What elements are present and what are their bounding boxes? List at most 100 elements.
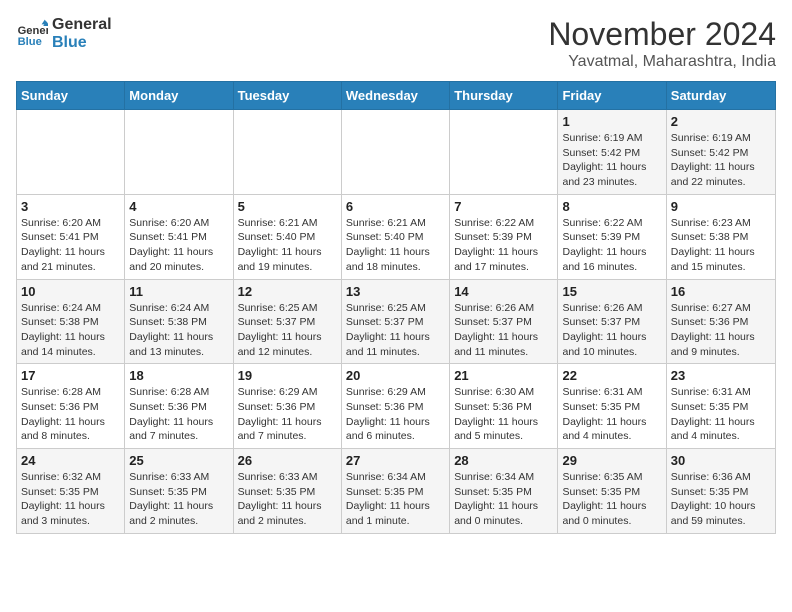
day-cell: 30Sunrise: 6:36 AM Sunset: 5:35 PM Dayli… (666, 449, 775, 534)
day-number: 2 (671, 114, 771, 129)
day-cell: 13 Sunrise: 6:25 AM Sunset: 5:37 PM Dayli… (341, 279, 449, 364)
day-cell: 3Sunrise: 6:20 AM Sunset: 5:41 PM Daylig… (17, 194, 125, 279)
day-detail: Sunrise: 6:28 AM Sunset: 5:36 PM Dayligh… (21, 385, 120, 444)
weekday-header-saturday: Saturday (666, 82, 775, 110)
day-number: 3 (21, 199, 120, 214)
day-detail: Sunrise: 6:26 AM Sunset: 5:37 PM Dayligh… (454, 301, 553, 360)
day-cell: 16 Sunrise: 6:27 AM Sunset: 5:36 PM Dayli… (666, 279, 775, 364)
day-cell: 5 Sunrise: 6:21 AM Sunset: 5:40 PM Daylig… (233, 194, 341, 279)
day-detail: Sunrise: 6:33 AM Sunset: 5:35 PM Dayligh… (238, 470, 337, 529)
logo-icon: General Blue (16, 18, 48, 50)
calendar-table: SundayMondayTuesdayWednesdayThursdayFrid… (16, 81, 776, 534)
day-cell: 26 Sunrise: 6:33 AM Sunset: 5:35 PM Dayli… (233, 449, 341, 534)
day-cell: 28 Sunrise: 6:34 AM Sunset: 5:35 PM Dayli… (450, 449, 558, 534)
day-cell: 24 Sunrise: 6:32 AM Sunset: 5:35 PM Dayli… (17, 449, 125, 534)
day-detail: Sunrise: 6:25 AM Sunset: 5:37 PM Dayligh… (238, 301, 337, 360)
location-title: Yavatmal, Maharashtra, India (548, 53, 776, 71)
day-detail: Sunrise: 6:34 AM Sunset: 5:35 PM Dayligh… (454, 470, 553, 529)
day-number: 22 (562, 368, 661, 383)
day-number: 16 (671, 284, 771, 299)
weekday-header-tuesday: Tuesday (233, 82, 341, 110)
day-cell: 14Sunrise: 6:26 AM Sunset: 5:37 PM Dayli… (450, 279, 558, 364)
day-number: 5 (238, 199, 337, 214)
day-cell (17, 110, 125, 195)
calendar-body: 1 Sunrise: 6:19 AM Sunset: 5:42 PM Daylig… (17, 110, 776, 534)
day-number: 6 (346, 199, 445, 214)
day-number: 26 (238, 453, 337, 468)
day-number: 4 (129, 199, 228, 214)
day-number: 21 (454, 368, 553, 383)
title-area: November 2024 Yavatmal, Maharashtra, Ind… (548, 16, 776, 71)
day-cell: 19 Sunrise: 6:29 AM Sunset: 5:36 PM Dayli… (233, 364, 341, 449)
day-detail: Sunrise: 6:26 AM Sunset: 5:37 PM Dayligh… (562, 301, 661, 360)
week-row-2: 3 Sunrise: 6:20 AM Sunset: 5:41 PM Daylig… (17, 194, 776, 279)
day-detail: Sunrise: 6:29 AM Sunset: 5:36 PM Dayligh… (238, 385, 337, 444)
day-cell: 18Sunrise: 6:28 AM Sunset: 5:36 PM Dayli… (125, 364, 233, 449)
day-detail: Sunrise: 6:19 AM Sunset: 5:42 PM Dayligh… (562, 131, 661, 190)
logo-line2: Blue (52, 34, 112, 52)
day-detail: Sunrise: 6:22 AM Sunset: 5:39 PM Dayligh… (454, 216, 553, 275)
day-detail: Sunrise: 6:24 AM Sunset: 5:38 PM Dayligh… (129, 301, 228, 360)
month-title: November 2024 (548, 16, 776, 53)
day-cell: 17 Sunrise: 6:28 AM Sunset: 5:36 PM Dayli… (17, 364, 125, 449)
day-cell: 8 Sunrise: 6:22 AM Sunset: 5:39 PM Daylig… (558, 194, 666, 279)
day-cell: 4 Sunrise: 6:20 AM Sunset: 5:41 PM Daylig… (125, 194, 233, 279)
day-cell (450, 110, 558, 195)
day-cell (233, 110, 341, 195)
day-cell: 10Sunrise: 6:24 AM Sunset: 5:38 PM Dayli… (17, 279, 125, 364)
day-detail: Sunrise: 6:34 AM Sunset: 5:35 PM Dayligh… (346, 470, 445, 529)
day-number: 1 (562, 114, 661, 129)
day-number: 20 (346, 368, 445, 383)
weekday-header-friday: Friday (558, 82, 666, 110)
day-cell: 21 Sunrise: 6:30 AM Sunset: 5:36 PM Dayli… (450, 364, 558, 449)
day-detail: Sunrise: 6:25 AM Sunset: 5:37 PM Dayligh… (346, 301, 445, 360)
day-detail: Sunrise: 6:20 AM Sunset: 5:41 PM Dayligh… (129, 216, 228, 275)
day-detail: Sunrise: 6:30 AM Sunset: 5:36 PM Dayligh… (454, 385, 553, 444)
day-cell: 1 Sunrise: 6:19 AM Sunset: 5:42 PM Daylig… (558, 110, 666, 195)
day-number: 27 (346, 453, 445, 468)
day-detail: Sunrise: 6:24 AM Sunset: 5:38 PM Dayligh… (21, 301, 120, 360)
day-number: 7 (454, 199, 553, 214)
header: General Blue General Blue November 2024 … (16, 16, 776, 71)
day-number: 23 (671, 368, 771, 383)
day-cell: 2 Sunrise: 6:19 AM Sunset: 5:42 PM Daylig… (666, 110, 775, 195)
day-detail: Sunrise: 6:33 AM Sunset: 5:35 PM Dayligh… (129, 470, 228, 529)
day-number: 8 (562, 199, 661, 214)
day-number: 9 (671, 199, 771, 214)
day-detail: Sunrise: 6:28 AM Sunset: 5:36 PM Dayligh… (129, 385, 228, 444)
day-cell (125, 110, 233, 195)
logo-text-area: General Blue (52, 16, 112, 51)
day-cell: 6 Sunrise: 6:21 AM Sunset: 5:40 PM Daylig… (341, 194, 449, 279)
day-detail: Sunrise: 6:22 AM Sunset: 5:39 PM Dayligh… (562, 216, 661, 275)
day-cell: 25 Sunrise: 6:33 AM Sunset: 5:35 PM Dayli… (125, 449, 233, 534)
day-detail: Sunrise: 6:32 AM Sunset: 5:35 PM Dayligh… (21, 470, 120, 529)
day-detail: Sunrise: 6:19 AM Sunset: 5:42 PM Dayligh… (671, 131, 771, 190)
day-number: 12 (238, 284, 337, 299)
day-cell: 9Sunrise: 6:23 AM Sunset: 5:38 PM Daylig… (666, 194, 775, 279)
day-detail: Sunrise: 6:21 AM Sunset: 5:40 PM Dayligh… (238, 216, 337, 275)
day-cell: 7 Sunrise: 6:22 AM Sunset: 5:39 PM Daylig… (450, 194, 558, 279)
day-number: 15 (562, 284, 661, 299)
day-number: 24 (21, 453, 120, 468)
week-row-4: 17 Sunrise: 6:28 AM Sunset: 5:36 PM Dayli… (17, 364, 776, 449)
day-detail: Sunrise: 6:21 AM Sunset: 5:40 PM Dayligh… (346, 216, 445, 275)
day-number: 28 (454, 453, 553, 468)
weekday-header-thursday: Thursday (450, 82, 558, 110)
week-row-5: 24 Sunrise: 6:32 AM Sunset: 5:35 PM Dayli… (17, 449, 776, 534)
weekday-header-wednesday: Wednesday (341, 82, 449, 110)
day-number: 25 (129, 453, 228, 468)
day-number: 11 (129, 284, 228, 299)
day-cell: 11 Sunrise: 6:24 AM Sunset: 5:38 PM Dayli… (125, 279, 233, 364)
day-detail: Sunrise: 6:35 AM Sunset: 5:35 PM Dayligh… (562, 470, 661, 529)
day-cell: 27 Sunrise: 6:34 AM Sunset: 5:35 PM Dayli… (341, 449, 449, 534)
logo-line1: General (52, 16, 112, 34)
day-number: 13 (346, 284, 445, 299)
day-cell (341, 110, 449, 195)
day-number: 17 (21, 368, 120, 383)
day-cell: 22Sunrise: 6:31 AM Sunset: 5:35 PM Dayli… (558, 364, 666, 449)
day-cell: 29Sunrise: 6:35 AM Sunset: 5:35 PM Dayli… (558, 449, 666, 534)
day-detail: Sunrise: 6:27 AM Sunset: 5:36 PM Dayligh… (671, 301, 771, 360)
weekday-header-sunday: Sunday (17, 82, 125, 110)
day-cell: 23Sunrise: 6:31 AM Sunset: 5:35 PM Dayli… (666, 364, 775, 449)
day-number: 19 (238, 368, 337, 383)
